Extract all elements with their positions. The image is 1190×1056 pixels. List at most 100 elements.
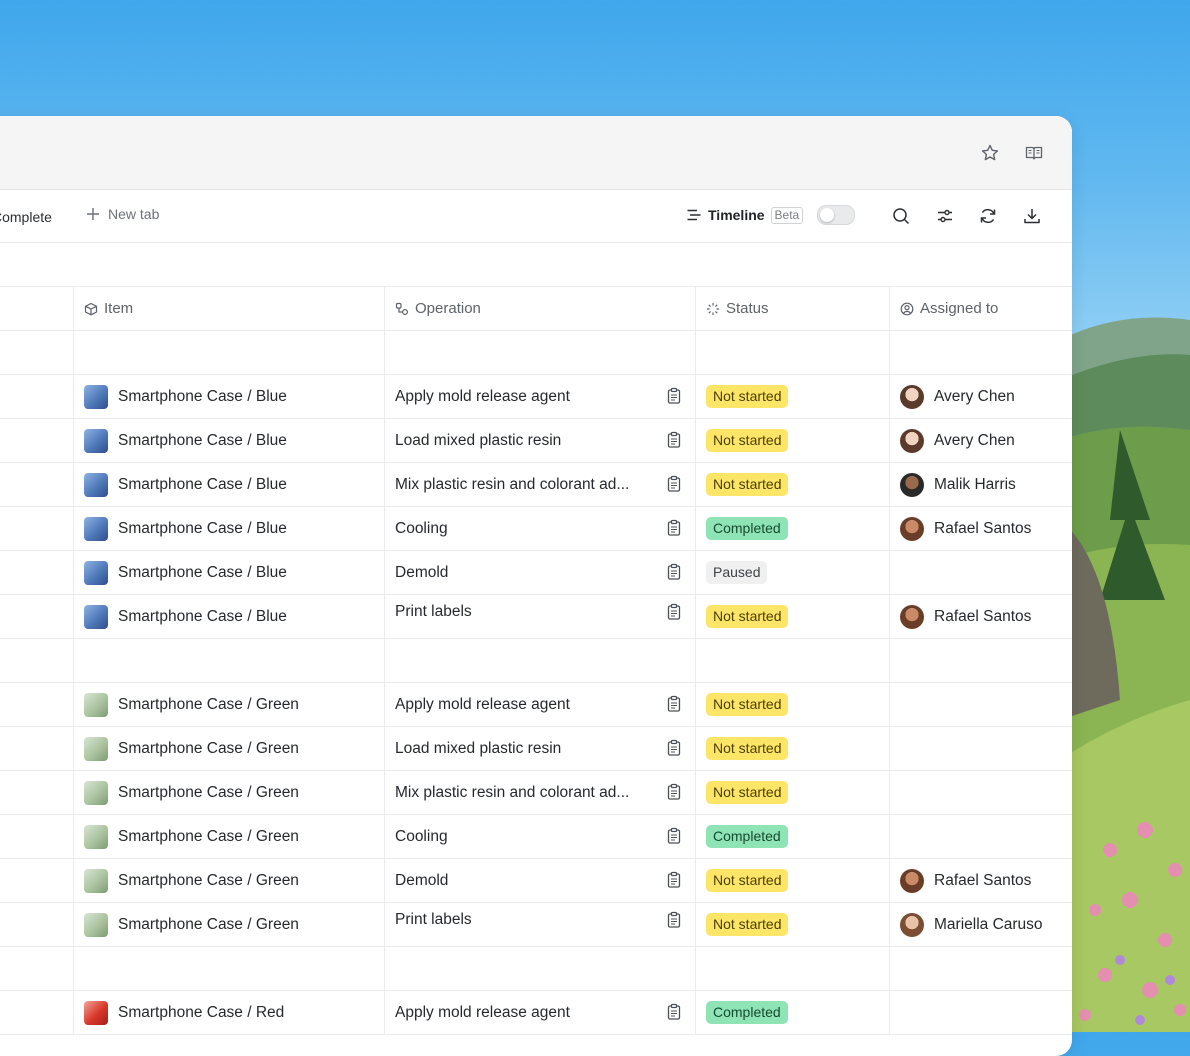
status-badge[interactable]: Not started (706, 693, 789, 716)
group-spacer-row (0, 639, 1072, 683)
operation-cell[interactable]: Cooling (395, 520, 448, 538)
table-row[interactable]: Smartphone Case / Blue Cooling Completed… (0, 507, 1072, 551)
new-tab-button[interactable]: New tab (86, 206, 159, 222)
item-cell[interactable]: Smartphone Case / Blue (118, 476, 287, 494)
item-cell[interactable]: Smartphone Case / Green (118, 696, 299, 714)
clipboard-icon[interactable] (665, 827, 683, 845)
column-header-item-label: Item (104, 300, 134, 317)
operation-cell[interactable]: Mix plastic resin and colorant ad... (395, 476, 629, 494)
operation-cell[interactable]: Apply mold release agent (395, 388, 570, 406)
status-badge[interactable]: Completed (706, 1001, 788, 1024)
assignee-name[interactable]: Avery Chen (934, 432, 1015, 450)
table-row[interactable]: Smartphone Case / Green Apply mold relea… (0, 683, 1072, 727)
assignee-name[interactable]: Mariella Caruso (934, 916, 1043, 934)
table-row[interactable]: Smartphone Case / Green Cooling Complete… (0, 815, 1072, 859)
download-icon[interactable] (1022, 206, 1042, 226)
clipboard-icon[interactable] (665, 387, 683, 405)
item-cell[interactable]: Smartphone Case / Green (118, 916, 299, 934)
clipboard-icon[interactable] (665, 431, 683, 449)
operation-cell[interactable]: Load mixed plastic resin (395, 432, 561, 450)
filter-sliders-icon[interactable] (935, 206, 955, 226)
product-thumbnail (84, 780, 108, 805)
clipboard-icon[interactable] (665, 1003, 683, 1021)
item-cell[interactable]: Smartphone Case / Green (118, 828, 299, 846)
operation-cell[interactable]: Demold (395, 564, 448, 582)
assignee-empty[interactable] (889, 771, 1072, 814)
status-badge[interactable]: Not started (706, 737, 789, 760)
clipboard-icon[interactable] (665, 911, 683, 929)
table-row[interactable]: Smartphone Case / Green Demold Not start… (0, 859, 1072, 903)
operation-cell[interactable]: Print labels (395, 911, 472, 929)
assignee-empty[interactable] (889, 815, 1072, 858)
assignee-name[interactable]: Malik Harris (934, 476, 1016, 494)
search-icon[interactable] (891, 206, 911, 226)
status-badge[interactable]: Not started (706, 781, 789, 804)
table-row[interactable]: Smartphone Case / Blue Print labels Not … (0, 595, 1072, 639)
clipboard-icon[interactable] (665, 603, 683, 621)
operation-cell[interactable]: Apply mold release agent (395, 1004, 570, 1022)
status-badge[interactable]: Completed (706, 825, 788, 848)
table-row[interactable]: Smartphone Case / Green Load mixed plast… (0, 727, 1072, 771)
table-row[interactable]: Smartphone Case / Blue Demold Paused (0, 551, 1072, 595)
operation-cell[interactable]: Apply mold release agent (395, 696, 570, 714)
clipboard-icon[interactable] (665, 519, 683, 537)
assignee-name[interactable]: Rafael Santos (934, 608, 1031, 626)
avatar (900, 604, 924, 629)
status-badge[interactable]: Not started (706, 869, 789, 892)
table-row[interactable]: Smartphone Case / Red Apply mold release… (0, 991, 1072, 1035)
clipboard-icon[interactable] (665, 475, 683, 493)
item-cell[interactable]: Smartphone Case / Green (118, 872, 299, 890)
assignee-empty[interactable] (889, 683, 1072, 726)
item-cell[interactable]: Smartphone Case / Red (118, 1004, 284, 1022)
star-icon[interactable] (980, 143, 1000, 163)
plus-icon (87, 208, 99, 220)
avatar (900, 384, 924, 409)
column-header-status[interactable]: Status (695, 287, 889, 330)
table-header-row: Item Operation Status Assigned to (0, 286, 1072, 331)
table-row[interactable]: Smartphone Case / Blue Load mixed plasti… (0, 419, 1072, 463)
table-row[interactable]: Smartphone Case / Blue Apply mold releas… (0, 375, 1072, 419)
item-cell[interactable]: Smartphone Case / Blue (118, 520, 287, 538)
refresh-icon[interactable] (978, 206, 998, 226)
assignee-name[interactable]: Rafael Santos (934, 872, 1031, 890)
status-badge[interactable]: Not started (706, 913, 789, 936)
item-cell[interactable]: Smartphone Case / Blue (118, 432, 287, 450)
status-badge[interactable]: Completed (706, 517, 788, 540)
item-cell[interactable]: Smartphone Case / Green (118, 740, 299, 758)
timeline-toggle[interactable] (817, 205, 856, 225)
status-badge[interactable]: Not started (706, 429, 789, 452)
table-row[interactable]: Smartphone Case / Green Mix plastic resi… (0, 771, 1072, 815)
tab-complete[interactable]: Complete (0, 209, 52, 225)
status-badge[interactable]: Not started (706, 473, 789, 496)
clipboard-icon[interactable] (665, 739, 683, 757)
table-row[interactable]: Smartphone Case / Green Print labels Not… (0, 903, 1072, 947)
timeline-label: Timeline (708, 207, 765, 223)
clipboard-icon[interactable] (665, 563, 683, 581)
clipboard-icon[interactable] (665, 783, 683, 801)
operation-cell[interactable]: Mix plastic resin and colorant ad... (395, 784, 629, 802)
clipboard-icon[interactable] (665, 871, 683, 889)
assignee-empty[interactable] (889, 551, 1072, 594)
avatar (900, 868, 924, 893)
item-cell[interactable]: Smartphone Case / Blue (118, 388, 287, 406)
assignee-empty[interactable] (889, 727, 1072, 770)
operation-cell[interactable]: Demold (395, 872, 448, 890)
item-cell[interactable]: Smartphone Case / Blue (118, 564, 287, 582)
book-open-icon[interactable] (1024, 143, 1044, 163)
column-header-assigned[interactable]: Assigned to (889, 287, 1072, 330)
item-cell[interactable]: Smartphone Case / Blue (118, 608, 287, 626)
table-row[interactable]: Smartphone Case / Blue Mix plastic resin… (0, 463, 1072, 507)
column-header-operation[interactable]: Operation (384, 287, 695, 330)
column-header-item[interactable]: Item (73, 287, 384, 330)
status-badge[interactable]: Not started (706, 385, 789, 408)
operation-cell[interactable]: Print labels (395, 603, 472, 621)
operation-cell[interactable]: Cooling (395, 828, 448, 846)
clipboard-icon[interactable] (665, 695, 683, 713)
operation-cell[interactable]: Load mixed plastic resin (395, 740, 561, 758)
status-badge[interactable]: Paused (706, 561, 768, 584)
item-cell[interactable]: Smartphone Case / Green (118, 784, 299, 802)
status-badge[interactable]: Not started (706, 605, 789, 628)
assignee-name[interactable]: Avery Chen (934, 388, 1015, 406)
assignee-name[interactable]: Rafael Santos (934, 520, 1031, 538)
assignee-empty[interactable] (889, 991, 1072, 1034)
